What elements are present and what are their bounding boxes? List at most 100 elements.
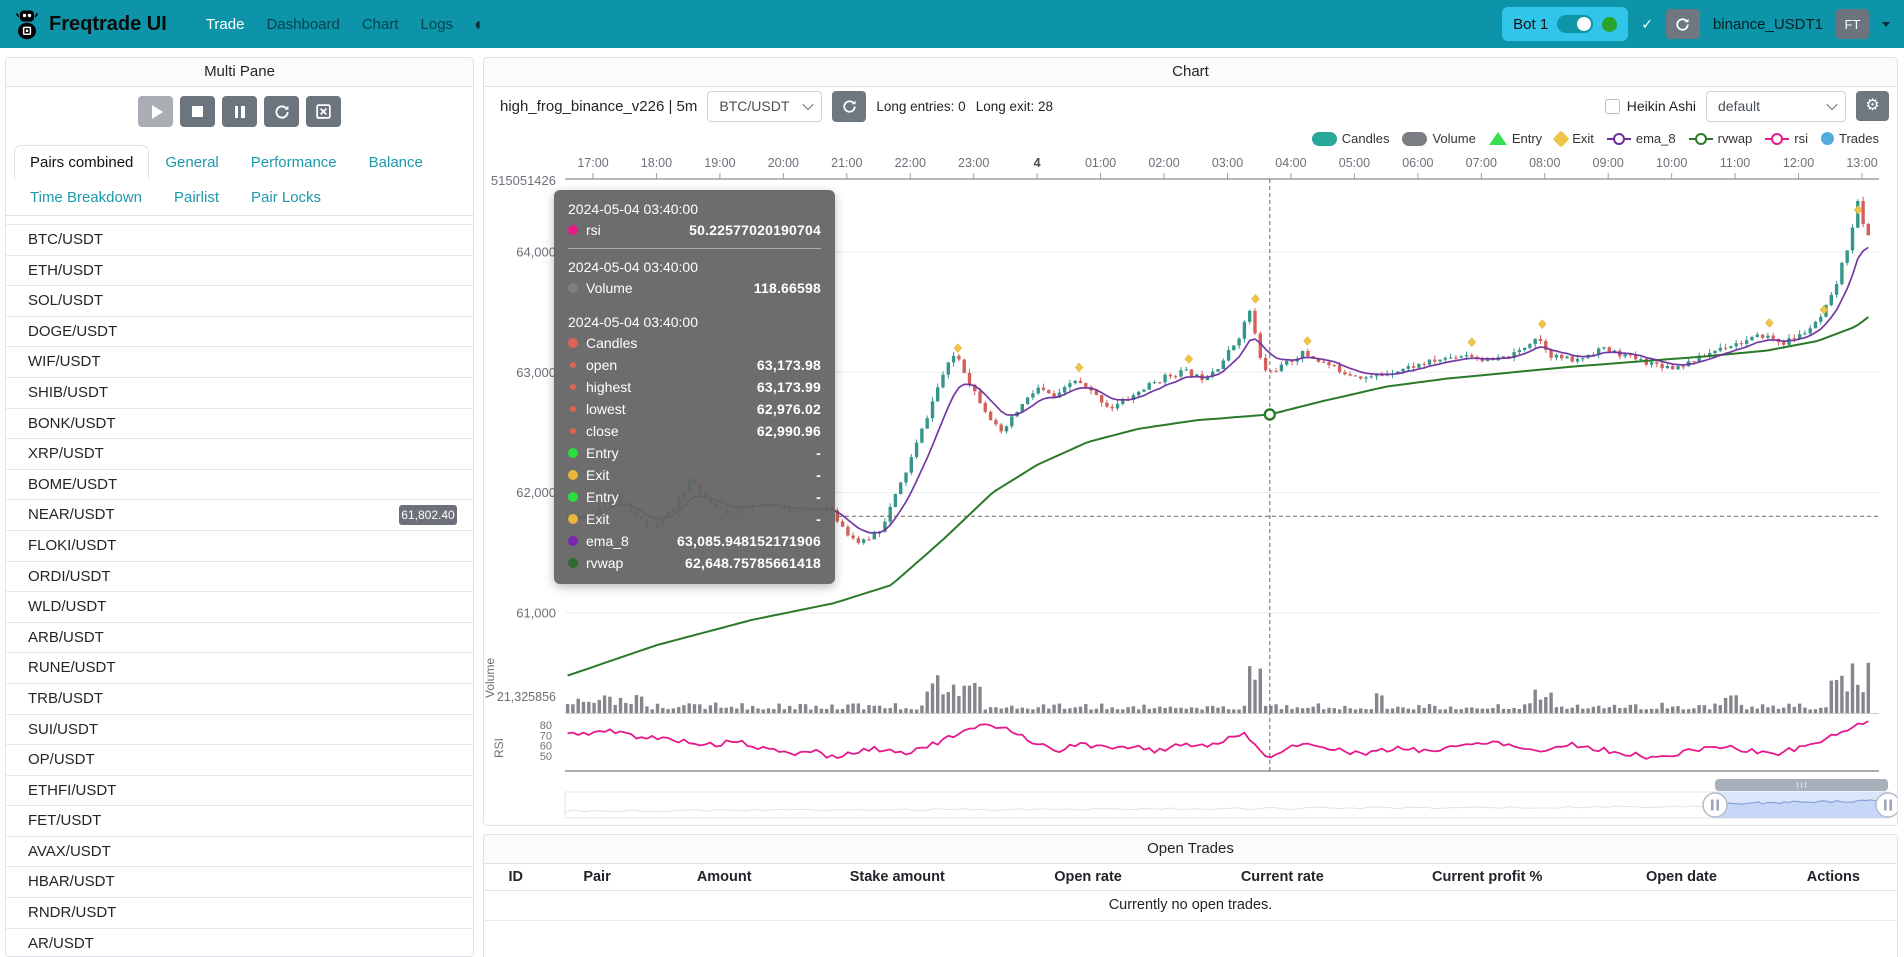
pair-row[interactable]: BTC/USDT — [6, 224, 473, 255]
column-header-current-profit-: Current profit % — [1381, 869, 1593, 885]
svg-text:10:00: 10:00 — [1656, 156, 1687, 170]
tooltip-timestamp: 2024-05-04 03:40:00 — [568, 312, 821, 332]
heikin-ashi-checkbox[interactable] — [1605, 99, 1620, 114]
pair-row[interactable]: RUNE/USDT — [6, 652, 473, 683]
column-header-open-date: Open date — [1593, 869, 1770, 885]
legend-item-entry[interactable]: Entry — [1489, 131, 1542, 146]
stop-button[interactable] — [180, 96, 215, 127]
theme-toggle-icon[interactable]: ◐ — [464, 14, 495, 35]
rsi-swatch-icon — [1765, 133, 1789, 145]
long-entries-count: Long entries: 0 — [876, 99, 965, 114]
svg-text:62,000: 62,000 — [516, 485, 556, 500]
svg-text:19:00: 19:00 — [704, 156, 735, 170]
pair-row[interactable]: FET/USDT — [6, 805, 473, 836]
pair-row[interactable]: ETHFI/USDT — [6, 775, 473, 806]
datazoom-right-handle[interactable] — [1876, 793, 1897, 817]
tooltip-row: ema_863,085.948152171906 — [568, 530, 821, 552]
pair-row[interactable]: HBAR/USDT — [6, 866, 473, 897]
reload-bot-button[interactable] — [1666, 9, 1700, 39]
navbar-right: Bot 1 ✓ binance_USDT1 FT — [1502, 7, 1890, 41]
plot-config-select[interactable]: default — [1706, 91, 1846, 122]
pair-row[interactable]: SHIB/USDT — [6, 377, 473, 408]
column-header-current-rate: Current rate — [1183, 869, 1381, 885]
column-header-actions: Actions — [1770, 869, 1897, 885]
legend-label: Entry — [1512, 131, 1542, 146]
login-name[interactable]: binance_USDT1 — [1713, 16, 1823, 33]
series-dot-icon — [570, 406, 576, 412]
pair-row[interactable]: BOME/USDT — [6, 469, 473, 500]
series-dot-icon — [568, 470, 578, 480]
chevron-down-icon — [803, 99, 814, 110]
tab-pair-locks[interactable]: Pair Locks — [235, 180, 337, 215]
pair-row[interactable]: FLOKI/USDT — [6, 530, 473, 561]
pair-row[interactable]: SUI/USDT — [6, 714, 473, 745]
refresh-icon — [842, 99, 857, 114]
pair-row[interactable]: ARB/USDT — [6, 622, 473, 653]
brand[interactable]: Freqtrade UI — [14, 8, 167, 40]
open-trades-panel: Open Trades IDPairAmountStake amountOpen… — [483, 834, 1898, 957]
bot-toggle[interactable] — [1557, 15, 1593, 33]
legend-item-candles[interactable]: Candles — [1312, 131, 1390, 146]
tab-general[interactable]: General — [149, 145, 234, 180]
svg-text:04:00: 04:00 — [1275, 156, 1306, 170]
pair-row[interactable]: ORDI/USDT — [6, 561, 473, 592]
nav-item-logs[interactable]: Logs — [410, 10, 465, 39]
user-menu-caret-icon[interactable] — [1882, 22, 1890, 27]
plot-settings-button[interactable]: ⚙ — [1856, 91, 1889, 121]
avatar[interactable]: FT — [1836, 9, 1869, 39]
pair-row[interactable]: BONK/USDT — [6, 408, 473, 439]
pair-row[interactable]: ETH/USDT — [6, 255, 473, 286]
svg-text:17:00: 17:00 — [577, 156, 608, 170]
legend-label: rsi — [1794, 131, 1808, 146]
svg-text:Volume: Volume — [484, 658, 497, 698]
chart-title: Chart — [484, 58, 1897, 87]
svg-text:23:00: 23:00 — [958, 156, 989, 170]
column-header-stake-amount: Stake amount — [802, 869, 993, 885]
chart-toolbar: high_frog_binance_v226 | 5m BTC/USDT Lon… — [484, 87, 1897, 125]
legend-item-rvwap[interactable]: rvwap — [1689, 131, 1753, 146]
pair-row[interactable]: XRP/USDT — [6, 438, 473, 469]
legend-label: rvwap — [1718, 131, 1753, 146]
multi-pane-title: Multi Pane — [6, 58, 473, 87]
heikin-ashi-label: Heikin Ashi — [1627, 98, 1696, 114]
nav-item-chart[interactable]: Chart — [351, 10, 410, 39]
legend-item-ema_8[interactable]: ema_8 — [1607, 131, 1676, 146]
tab-balance[interactable]: Balance — [353, 145, 439, 180]
tooltip-row: close62,990.96 — [568, 420, 821, 442]
open-trades-empty-text: Currently no open trades. — [484, 891, 1897, 921]
datazoom-left-handle[interactable] — [1703, 793, 1727, 817]
refresh-chart-button[interactable] — [832, 91, 866, 122]
legend-item-trades[interactable]: Trades — [1821, 131, 1879, 146]
legend-item-exit[interactable]: Exit — [1555, 131, 1594, 146]
gear-icon: ⚙ — [1865, 98, 1879, 114]
bot-selector[interactable]: Bot 1 — [1502, 7, 1628, 41]
pair-row[interactable]: OP/USDT — [6, 744, 473, 775]
tab-performance[interactable]: Performance — [235, 145, 353, 180]
pair-select[interactable]: BTC/USDT — [707, 91, 822, 122]
legend-item-rsi[interactable]: rsi — [1765, 131, 1808, 146]
trades-swatch-icon — [1821, 132, 1834, 145]
legend-label: Candles — [1342, 131, 1390, 146]
volume-swatch-icon — [1402, 132, 1427, 146]
pair-row[interactable]: WLD/USDT — [6, 591, 473, 622]
play-button[interactable] — [138, 96, 173, 127]
tab-pairs-combined[interactable]: Pairs combined — [14, 145, 149, 180]
legend-item-volume[interactable]: Volume — [1402, 131, 1475, 146]
reload-config-button[interactable] — [264, 96, 299, 127]
pair-row[interactable]: WIF/USDT — [6, 346, 473, 377]
svg-text:22:00: 22:00 — [895, 156, 926, 170]
forceexit-button[interactable] — [306, 96, 341, 127]
pair-row[interactable]: TRB/USDT — [6, 683, 473, 714]
pair-row[interactable]: AVAX/USDT — [6, 836, 473, 867]
tooltip-timestamp: 2024-05-04 03:40:00 — [568, 199, 821, 219]
pair-row[interactable]: RNDR/USDT — [6, 897, 473, 928]
pair-row[interactable]: SOL/USDT — [6, 285, 473, 316]
pause-button[interactable] — [222, 96, 257, 127]
tab-pairlist[interactable]: Pairlist — [158, 180, 235, 215]
nav-item-dashboard[interactable]: Dashboard — [255, 10, 350, 39]
tab-time-breakdown[interactable]: Time Breakdown — [14, 180, 158, 215]
pair-row[interactable]: AR/USDT — [6, 928, 473, 957]
nav-item-trade[interactable]: Trade — [195, 10, 256, 39]
svg-text:13:00: 13:00 — [1846, 156, 1877, 170]
pair-row[interactable]: DOGE/USDT — [6, 316, 473, 347]
